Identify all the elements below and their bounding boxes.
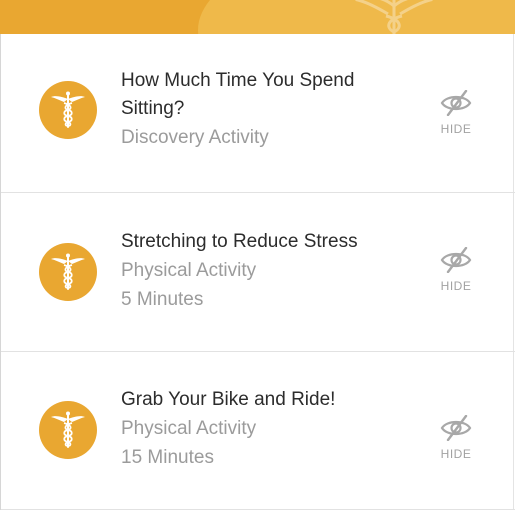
eye-slash-icon xyxy=(440,246,472,274)
hide-button[interactable]: HIDE xyxy=(437,414,475,461)
activity-category: Physical Activity xyxy=(121,418,257,439)
activity-duration: 15 Minutes xyxy=(121,447,214,468)
activity-category: Physical Activity xyxy=(121,260,257,281)
hide-button[interactable]: HIDE xyxy=(437,89,475,136)
caduceus-icon xyxy=(355,0,433,34)
activity-list: How Much Time You Spend Sitting? Discove… xyxy=(0,34,515,510)
activity-title: How Much Time You Spend xyxy=(121,70,355,91)
eye-slash-icon xyxy=(440,414,472,442)
caduceus-icon xyxy=(50,410,86,448)
activity-duration: 5 Minutes xyxy=(121,289,204,310)
hide-label: HIDE xyxy=(440,122,472,136)
activity-icon-badge xyxy=(39,81,97,139)
activity-title: Sitting? xyxy=(121,98,185,119)
activity-category: Discovery Activity xyxy=(121,127,269,148)
activity-card[interactable]: Grab Your Bike and Ride! Physical Activi… xyxy=(1,352,515,510)
activity-icon-badge xyxy=(39,401,97,459)
eye-slash-icon xyxy=(440,89,472,117)
header-banner xyxy=(0,0,515,34)
activity-card[interactable]: Stretching to Reduce Stress Physical Act… xyxy=(1,193,515,352)
activity-title: Stretching to Reduce Stress xyxy=(121,231,358,252)
caduceus-icon xyxy=(50,90,86,128)
activity-title: Grab Your Bike and Ride! xyxy=(121,389,336,410)
activity-icon-badge xyxy=(39,243,97,301)
caduceus-icon xyxy=(50,252,86,290)
hide-button[interactable]: HIDE xyxy=(437,246,475,293)
hide-label: HIDE xyxy=(440,447,472,461)
activity-card[interactable]: How Much Time You Spend Sitting? Discove… xyxy=(1,34,515,193)
hide-label: HIDE xyxy=(440,279,472,293)
